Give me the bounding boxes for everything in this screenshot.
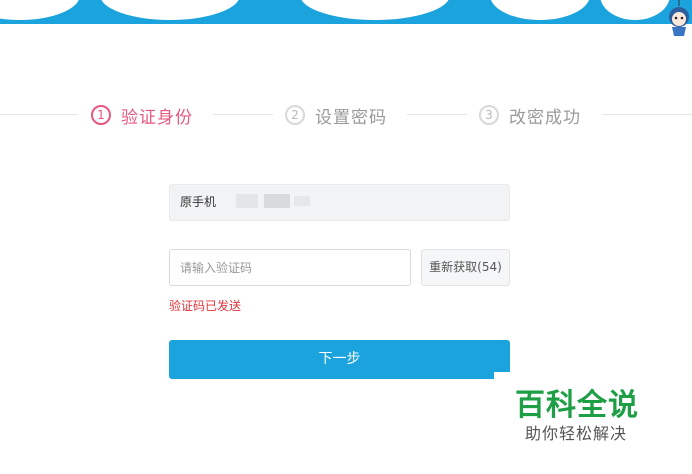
masked-phone-number [264, 194, 290, 208]
step-verify-identity: 1 验证身份 [91, 102, 193, 128]
step-number: 1 [91, 105, 111, 125]
top-banner [0, 0, 692, 30]
step-label: 验证身份 [121, 107, 193, 128]
step-number: 3 [479, 105, 499, 125]
original-phone-label: 原手机 [180, 195, 217, 209]
watermark-title: 百科全说 [515, 388, 639, 423]
mascot-icon [667, 0, 692, 38]
progress-steps: 1 验证身份 2 设置密码 3 改密成功 [0, 100, 692, 130]
original-phone-field: 原手机 [169, 184, 510, 221]
resend-code-button[interactable]: 重新获取(54) [421, 249, 510, 286]
step-label: 设置密码 [315, 107, 387, 128]
next-step-button[interactable]: 下一步 [169, 340, 510, 379]
step-change-success: 3 改密成功 [479, 102, 581, 128]
code-sent-message: 验证码已发送 [169, 299, 242, 313]
step-number: 2 [285, 105, 305, 125]
verification-code-input[interactable] [169, 249, 411, 286]
step-label: 改密成功 [509, 107, 581, 128]
step-set-password: 2 设置密码 [285, 102, 387, 128]
masked-phone-number [236, 194, 258, 208]
masked-phone-number [294, 196, 310, 206]
watermark-subtitle: 助你轻松解决 [525, 424, 628, 443]
